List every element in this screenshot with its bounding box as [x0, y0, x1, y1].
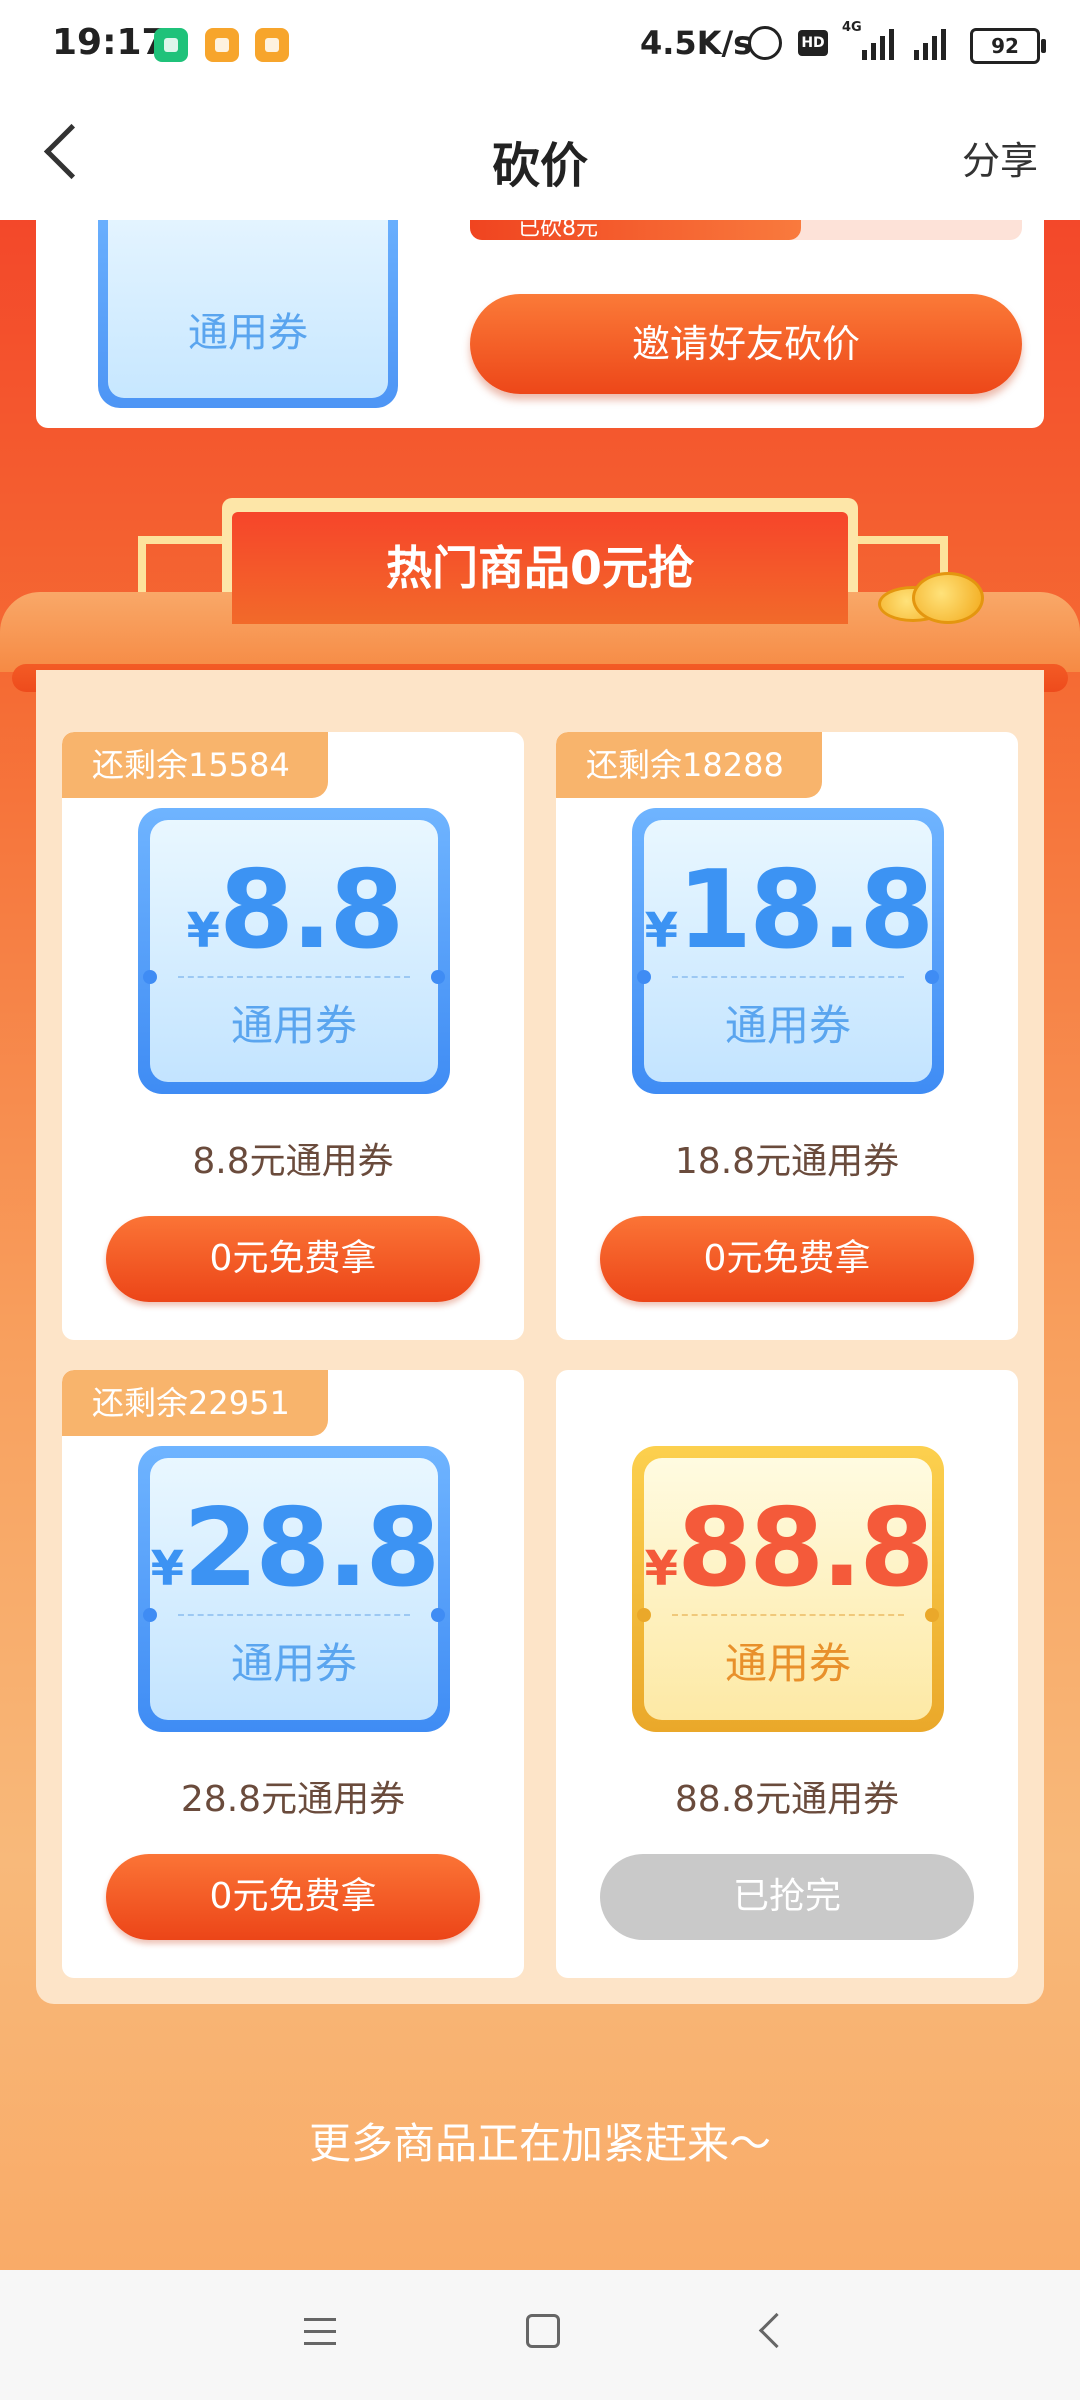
share-button[interactable]: 分享: [962, 130, 1038, 185]
hd-icon: HD: [798, 30, 828, 56]
status-time: 19:17: [52, 22, 167, 63]
bargain-progress-bar: 已砍8元: [470, 220, 1022, 241]
coupon-label: 通用券: [230, 1639, 357, 1688]
status-bar: 19:17 4.5K/s HD 4G 92: [0, 0, 1080, 90]
coupon-amount: ¥28.8: [150, 1486, 441, 1611]
notification-app-icon: [205, 28, 239, 62]
coupon-amount: ¥18.8: [644, 848, 935, 973]
invite-friends-button[interactable]: 邀请好友砍价: [470, 294, 1022, 394]
product-title: 88.8元通用券: [674, 1779, 900, 1820]
alarm-icon: [748, 26, 782, 60]
title-bar: 砍价 分享: [0, 90, 1080, 220]
product-card: 还剩余15584 ¥8.8 通用券 8.8元通用券 0元免费拿: [62, 732, 524, 1340]
bargain-card: 通用券 已砍8元 邀请好友砍价: [36, 220, 1044, 428]
home-icon[interactable]: [526, 2314, 560, 2348]
free-grab-button[interactable]: 0元免费拿: [106, 1216, 480, 1302]
coin-icon-2: [912, 572, 984, 624]
product-title: 28.8元通用券: [180, 1779, 406, 1820]
coupon-label: 通用券: [724, 1001, 851, 1050]
more-coming-text: 更多商品正在加紧赶来～: [308, 2119, 771, 2168]
system-nav-bar: [0, 2270, 1080, 2400]
product-card: ¥88.8 通用券 88.8元通用券 已抢完: [556, 1370, 1018, 1978]
product-panel: 还剩余15584 ¥8.8 通用券 8.8元通用券 0元免费拿 还剩余18288…: [36, 670, 1044, 2004]
product-card: 还剩余22951 ¥28.8 通用券 28.8元通用券 0元免费拿: [62, 1370, 524, 1978]
coupon-label: 通用券: [230, 1001, 357, 1050]
section-title: 热门商品0元抢: [232, 512, 848, 624]
bargain-progress-text: 已砍8元: [518, 220, 598, 241]
free-grab-button[interactable]: 0元免费拿: [600, 1216, 974, 1302]
coupon-image: ¥88.8 通用券: [632, 1446, 944, 1732]
battery-icon: 92: [970, 28, 1046, 64]
free-grab-button[interactable]: 0元免费拿: [106, 1854, 480, 1940]
remaining-count-tag: 还剩余18288: [556, 732, 822, 798]
product-title: 8.8元通用券: [192, 1141, 394, 1182]
network-speed: 4.5K/s: [640, 24, 753, 62]
remaining-count-tag: 还剩余15584: [62, 732, 328, 798]
coupon-label: 通用券: [188, 310, 308, 356]
product-title: 18.8元通用券: [674, 1141, 900, 1182]
product-card: 还剩余18288 ¥18.8 通用券 18.8元通用券 0元免费拿: [556, 732, 1018, 1340]
menu-icon[interactable]: [304, 2318, 336, 2346]
coupon-image: ¥28.8 通用券: [138, 1446, 450, 1732]
signal-icon-2: [914, 24, 946, 60]
back-icon[interactable]: [758, 2312, 795, 2349]
signal-icon: [862, 24, 894, 60]
notification-app-icon-2: [255, 28, 289, 62]
remaining-count-tag: 还剩余22951: [62, 1370, 328, 1436]
current-coupon: 通用券: [98, 220, 398, 408]
coupon-label: 通用券: [724, 1639, 851, 1688]
product-grid: 还剩余15584 ¥8.8 通用券 8.8元通用券 0元免费拿 还剩余18288…: [62, 732, 1018, 1978]
page-title: 砍价: [491, 138, 588, 194]
coupon-image: ¥8.8 通用券: [138, 808, 450, 1094]
coupon-image: ¥18.8 通用券: [632, 808, 944, 1094]
shield-app-icon: [154, 28, 188, 62]
coupon-amount: ¥8.8: [186, 848, 405, 973]
network-type: 4G: [842, 20, 862, 35]
sold-out-button[interactable]: 已抢完: [600, 1854, 974, 1940]
coupon-amount: ¥88.8: [644, 1486, 935, 1611]
